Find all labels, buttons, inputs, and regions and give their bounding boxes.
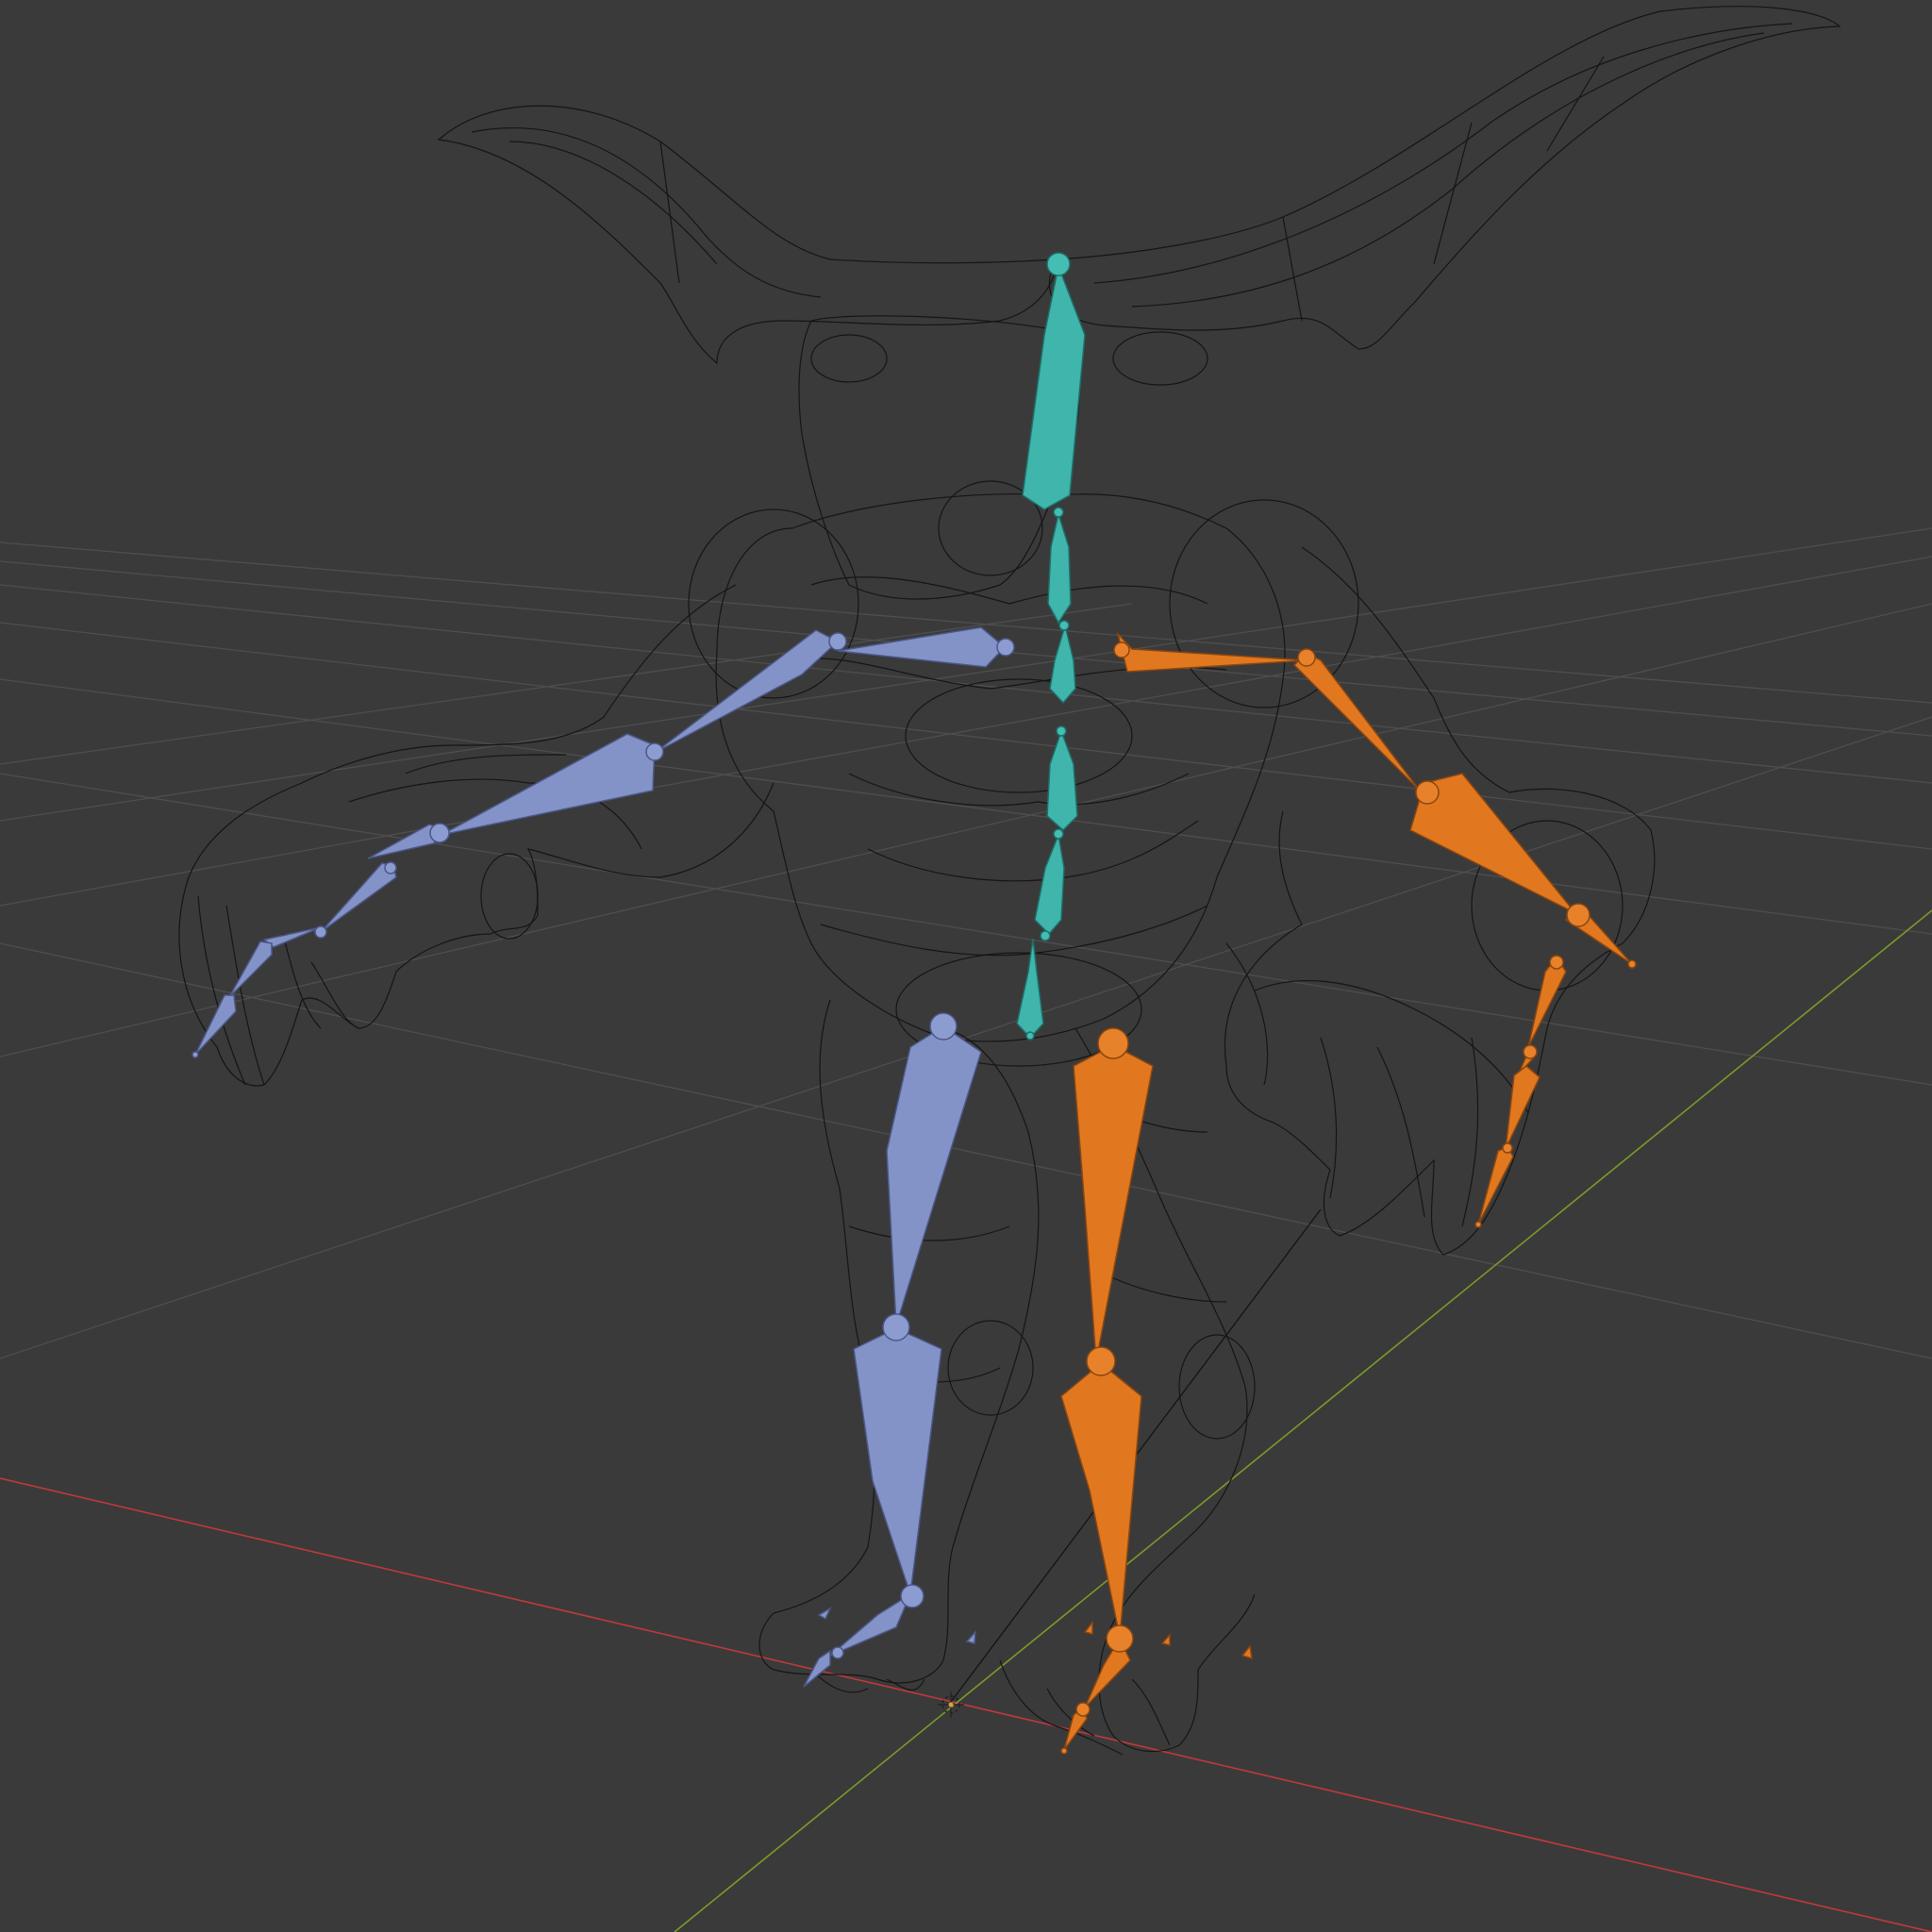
joint-hip-left [929,1012,958,1041]
left-horn-inner [508,141,718,265]
left-arm-wire [178,584,774,1087]
joint-head-tip [1046,252,1071,276]
bone-upperarm-right [1292,652,1421,791]
right-leg-inner [1103,1273,1227,1303]
bone-finger-left-3 [228,941,273,998]
joint-hip-right [1097,1027,1129,1059]
armature-right[interactable] [1060,631,1637,1755]
right-hand-finger [1225,942,1269,1086]
bone-thigh-left [886,1025,982,1326]
joint-shoulder-right [1297,648,1316,667]
bone-shin-left [853,1327,942,1595]
joint-root [1025,1031,1035,1041]
right-horn-wire [1048,6,1841,350]
joint-elbow-right [1415,780,1440,805]
right-hand-finger [1461,1037,1479,1227]
bone-shoulder-right [1116,631,1307,673]
bone-finger-right-3 [1505,1065,1541,1150]
joint-hand-left [384,861,397,874]
chest-wire [810,576,1208,605]
joint-spine-mid [1056,725,1067,737]
joint-wrist-right [1566,903,1591,927]
right-arm-wire [1224,546,1656,1256]
joint-finger-right-tip [1474,1221,1482,1228]
joint-finger-right [1523,1044,1538,1059]
joint-wrist-left [429,823,450,843]
bone-spine-3 [1049,623,1076,705]
joint-finger-left-tip [192,1051,199,1058]
horn-crossline [659,141,680,284]
joint-knee-right [1086,1346,1116,1376]
waist-wire [820,905,1208,957]
joint-knee-left [882,1313,910,1341]
joint-toe-right-tip [1060,1747,1068,1755]
joint-elbow-left [645,742,664,761]
y-axis-line [674,909,1932,1932]
bone-finger-left-2 [262,926,322,948]
left-horn-wire [437,105,1058,365]
joint-ball-left [831,1646,844,1659]
right-foot-toe [1131,1678,1171,1746]
horn-crossline [1282,216,1303,322]
horn-crossline [1433,122,1473,265]
joint-hand-tip-right [1627,959,1637,969]
joint-chest [1058,620,1070,631]
creature-mesh-wireframe[interactable] [178,6,1841,1756]
joint-hips [1040,930,1051,941]
torso-wire [715,493,1286,1042]
joint-neck [1053,507,1064,518]
bone-finger-right-1 [1527,956,1567,1048]
right-horn-inner [1093,23,1793,284]
joint-clavicle-right [1113,641,1130,658]
bone-neck [1047,511,1072,625]
joint-finger-right-2 [1502,1142,1513,1154]
armature-spine[interactable] [1016,252,1086,1041]
joint-finger-left [314,925,327,939]
3d-viewport[interactable] [0,0,1932,1932]
armature-left[interactable] [192,626,1015,1688]
bone-toe-right-b [1160,1633,1171,1646]
x-axis-line [0,1477,1932,1932]
left-knee-ring [947,1320,1034,1416]
ear-right [1112,331,1208,386]
bone-toe-right-c [1241,1644,1253,1660]
left-thumb [480,853,539,940]
joint-shoulder-left [996,638,1015,657]
bone-head [1022,263,1086,510]
right-hand-finger [1376,1046,1425,1218]
joint-spine-low [1053,828,1064,840]
horn-crossline [1546,56,1605,152]
bone-finger-right-4 [1477,1146,1514,1225]
belly-wire [867,820,1199,882]
bone-finger-left-1 [320,862,397,933]
joint-ankle-left [900,1584,924,1608]
left-horn-inner [471,127,822,298]
bone-toe-right-a [1083,1620,1093,1635]
bone-toe-left-a [817,1607,832,1621]
left-forearm-inner [405,754,567,774]
right-hand-inner [1254,979,1529,1114]
bone-spine-1 [1034,832,1065,936]
ear-left [810,334,888,383]
left-hand-finger [282,933,322,1029]
joint-clavicle-left [828,632,847,651]
left-leg-inner [848,1225,1010,1241]
3d-cursor-icon[interactable] [938,1691,964,1718]
bone-thigh-right [1073,1044,1154,1362]
right-horn-inner [1131,32,1765,308]
bone-shin-right [1060,1362,1142,1638]
bone-foot-left [829,1592,912,1657]
bone-toe-left [803,1649,831,1688]
right-knee-ring [1178,1334,1256,1440]
joint-ankle-right [1106,1624,1134,1653]
joint-ball-right [1075,1702,1091,1717]
bone-toe-left-b [965,1629,976,1644]
joint-hand-right [1549,955,1564,970]
bone-upperarm-left [654,629,840,754]
